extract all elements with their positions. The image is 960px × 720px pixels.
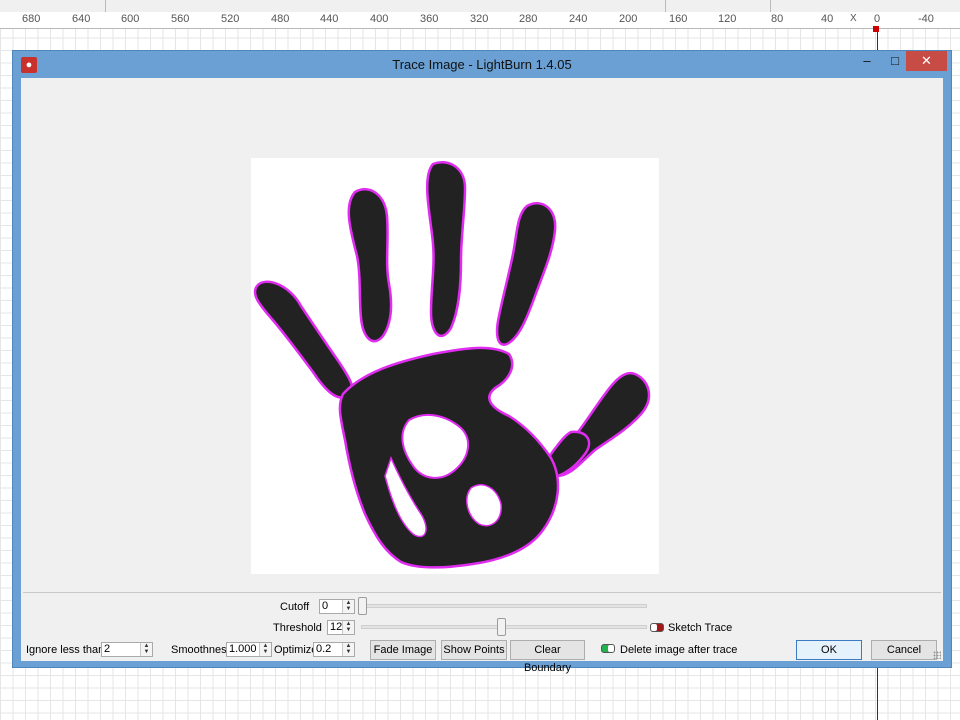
toolbar-separator xyxy=(105,0,106,12)
dialog-body: Cutoff 0 ▲ ▼ Threshold 128 ▲ ▼ Sketch Trac… xyxy=(21,78,943,674)
optimize-label: Optimize xyxy=(274,644,318,656)
handprint-image xyxy=(253,161,651,569)
minimize-button[interactable]: – xyxy=(856,51,878,71)
ruler-label: -40 xyxy=(918,13,934,25)
threshold-label: Threshold xyxy=(273,622,322,634)
ruler-axis-label: X xyxy=(850,13,857,24)
finger-index xyxy=(495,202,557,346)
sketch-trace-toggle[interactable] xyxy=(650,623,664,632)
optimize-spinbox[interactable]: 0.2 ▲ ▼ xyxy=(313,642,355,657)
maximize-button[interactable]: □ xyxy=(884,51,906,71)
toolbar-separator xyxy=(665,0,666,12)
ruler-label: 560 xyxy=(171,13,190,25)
toolbar-separator xyxy=(770,0,771,12)
ignore-less-than-value: 2 xyxy=(104,643,111,655)
ruler-label: 360 xyxy=(420,13,439,25)
title-bar[interactable]: ● Trace Image - LightBurn 1.4.05 – □ ✕ xyxy=(13,51,951,77)
ignore-less-than-spinbox[interactable]: 2 ▲ ▼ xyxy=(101,642,153,657)
resize-grip[interactable] xyxy=(933,651,941,659)
ok-button[interactable]: OK xyxy=(796,640,862,660)
trace-preview-image xyxy=(251,158,659,574)
smoothness-spinbox[interactable]: 1.000 ▲ ▼ xyxy=(226,642,272,657)
cutoff-spinbox[interactable]: 0 ▲ ▼ xyxy=(319,599,355,614)
cutoff-label: Cutoff xyxy=(280,601,310,613)
delete-image-label: Delete image after trace xyxy=(620,644,738,656)
finger-ring xyxy=(347,188,393,343)
ignore-less-than-label: Ignore less than xyxy=(26,644,105,656)
window-title: Trace Image - LightBurn 1.4.05 xyxy=(392,57,572,72)
ruler-label: 40 xyxy=(821,13,834,25)
show-points-button[interactable]: Show Points xyxy=(441,640,507,660)
optimize-stepper[interactable]: ▲ ▼ xyxy=(342,643,354,656)
trace-preview-pane xyxy=(21,78,943,591)
finger-middle xyxy=(425,161,467,338)
ruler-label: 240 xyxy=(569,13,588,25)
smoothness-label: Smoothness xyxy=(171,644,233,656)
cutoff-value: 0 xyxy=(322,600,329,612)
ruler-label: 680 xyxy=(22,13,41,25)
ruler-label: 320 xyxy=(470,13,489,25)
delete-image-toggle[interactable] xyxy=(601,644,615,653)
trace-image-dialog: ● Trace Image - LightBurn 1.4.05 – □ ✕ C… xyxy=(12,50,952,674)
ignore-less-than-stepper[interactable]: ▲ ▼ xyxy=(140,643,152,656)
threshold-stepper[interactable]: ▲ ▼ xyxy=(342,621,354,634)
ruler-label: 80 xyxy=(771,13,784,25)
ruler-label: 160 xyxy=(669,13,688,25)
ruler-label: 400 xyxy=(370,13,389,25)
ruler-label: 600 xyxy=(121,13,140,25)
ruler-label: 200 xyxy=(619,13,638,25)
cutoff-slider-track[interactable] xyxy=(361,604,647,608)
ruler-label: 440 xyxy=(320,13,339,25)
threshold-spinbox[interactable]: 128 ▲ ▼ xyxy=(327,620,355,635)
smoothness-stepper[interactable]: ▲ ▼ xyxy=(259,643,271,656)
ruler-label: 520 xyxy=(221,13,240,25)
smoothness-value: 1.000 xyxy=(229,643,257,655)
ruler-label: 0 xyxy=(874,13,881,25)
threshold-slider-thumb[interactable] xyxy=(496,618,506,636)
ruler-label: 640 xyxy=(72,13,91,25)
ruler-label: 280 xyxy=(519,13,538,25)
fade-image-button[interactable]: Fade Image xyxy=(370,640,436,660)
ruler-label: 480 xyxy=(271,13,290,25)
finger-pinky xyxy=(253,280,354,399)
sketch-trace-label: Sketch Trace xyxy=(668,622,733,634)
close-button[interactable]: ✕ xyxy=(906,51,947,71)
clear-boundary-button[interactable]: Clear Boundary xyxy=(510,640,585,674)
cutoff-slider-thumb[interactable] xyxy=(358,597,367,615)
optimize-value: 0.2 xyxy=(316,643,332,655)
cutoff-stepper[interactable]: ▲ ▼ xyxy=(342,600,354,613)
ruler-label: 120 xyxy=(718,13,737,25)
cancel-button[interactable]: Cancel xyxy=(871,640,937,660)
horizontal-ruler: 680 640 600 560 520 480 440 400 360 320 … xyxy=(0,12,960,29)
panel-divider xyxy=(23,592,941,593)
origin-marker xyxy=(873,26,879,32)
